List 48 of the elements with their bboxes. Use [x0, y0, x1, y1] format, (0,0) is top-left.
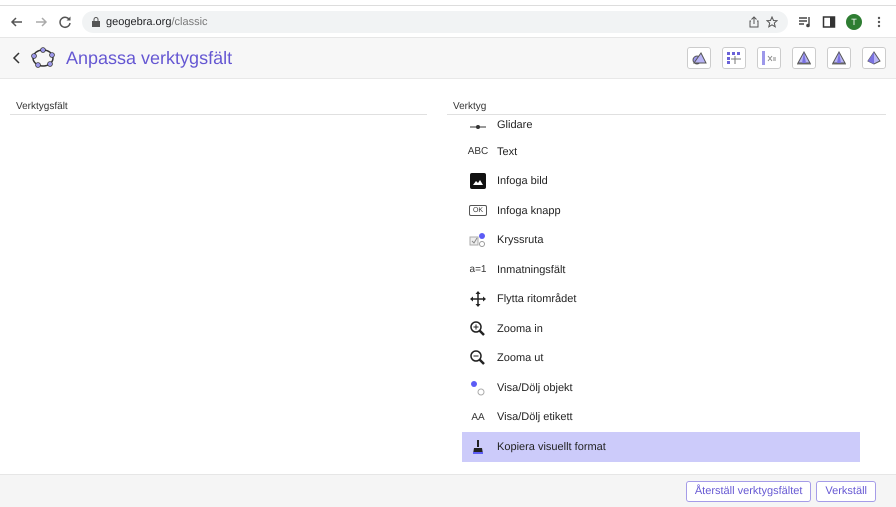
url-path: /classic — [171, 16, 208, 28]
text-tool-icon: ABC — [468, 146, 488, 158]
url-host: geogebra.org — [106, 16, 172, 28]
cone-icon — [796, 51, 812, 65]
tool-list-item[interactable]: Visa/Dölj objekt — [462, 373, 860, 402]
view-toolbar-button[interactable] — [862, 47, 886, 69]
section-label: Verktygsfält — [10, 101, 427, 115]
share-icon[interactable] — [748, 16, 760, 28]
profile-avatar[interactable]: T — [846, 14, 862, 30]
dots-icon — [469, 380, 487, 396]
view-toolbar-button[interactable] — [722, 47, 746, 69]
tool-list-item[interactable]: Glidare — [462, 119, 860, 137]
apply-button[interactable]: Verkställ — [816, 480, 876, 502]
star-icon[interactable] — [766, 16, 778, 28]
section-label: Verktyg — [447, 101, 886, 115]
tool-list-item[interactable]: ABC Text — [462, 137, 860, 166]
tool-list-item[interactable]: AA Visa/Dölj etikett — [462, 402, 860, 432]
grid-icon — [726, 51, 742, 65]
image-icon — [469, 173, 487, 190]
back-arrow-icon[interactable] — [10, 14, 24, 28]
view-toolbar-button[interactable] — [827, 47, 851, 69]
algebra-icon — [761, 51, 777, 65]
page-title: Anpassa verktygsfält — [66, 48, 234, 68]
zoom-out-icon — [469, 350, 487, 366]
input-field-tool-icon: a=1 — [470, 264, 486, 276]
lock-icon — [92, 16, 100, 26]
move-arrows-icon — [469, 291, 487, 308]
tool-list-item[interactable]: Zooma in — [462, 314, 860, 344]
reload-icon[interactable] — [58, 14, 72, 28]
view-toolbar-button[interactable] — [792, 47, 816, 69]
pentagon-logo-icon — [30, 46, 56, 70]
media-list-icon[interactable] — [798, 14, 812, 28]
tool-list-item[interactable]: a=1 Inmatningsfält — [462, 255, 860, 284]
tool-list-item[interactable]: Zooma ut — [462, 344, 860, 373]
view-toolbar-button[interactable] — [757, 47, 781, 69]
side-panel-icon[interactable] — [822, 14, 836, 28]
address-bar[interactable]: geogebra.org/classic — [82, 10, 788, 32]
tool-list-item[interactable]: Kryssruta — [462, 226, 860, 255]
pyramid-icon — [866, 51, 882, 65]
zoom-in-icon — [469, 320, 487, 337]
tool-list-item[interactable]: Kopiera visuellt format — [462, 432, 860, 462]
reset-button[interactable]: Återställ verktygsfältet — [686, 480, 812, 502]
label-tool-icon: AA — [471, 412, 485, 423]
checkbox-icon — [469, 232, 487, 248]
view-toolbar-button[interactable] — [687, 47, 711, 69]
cone-icon — [831, 51, 847, 65]
tool-list-item[interactable]: Infoga bild — [462, 166, 860, 196]
tool-list-item[interactable]: Flytta ritområdet — [462, 284, 860, 314]
